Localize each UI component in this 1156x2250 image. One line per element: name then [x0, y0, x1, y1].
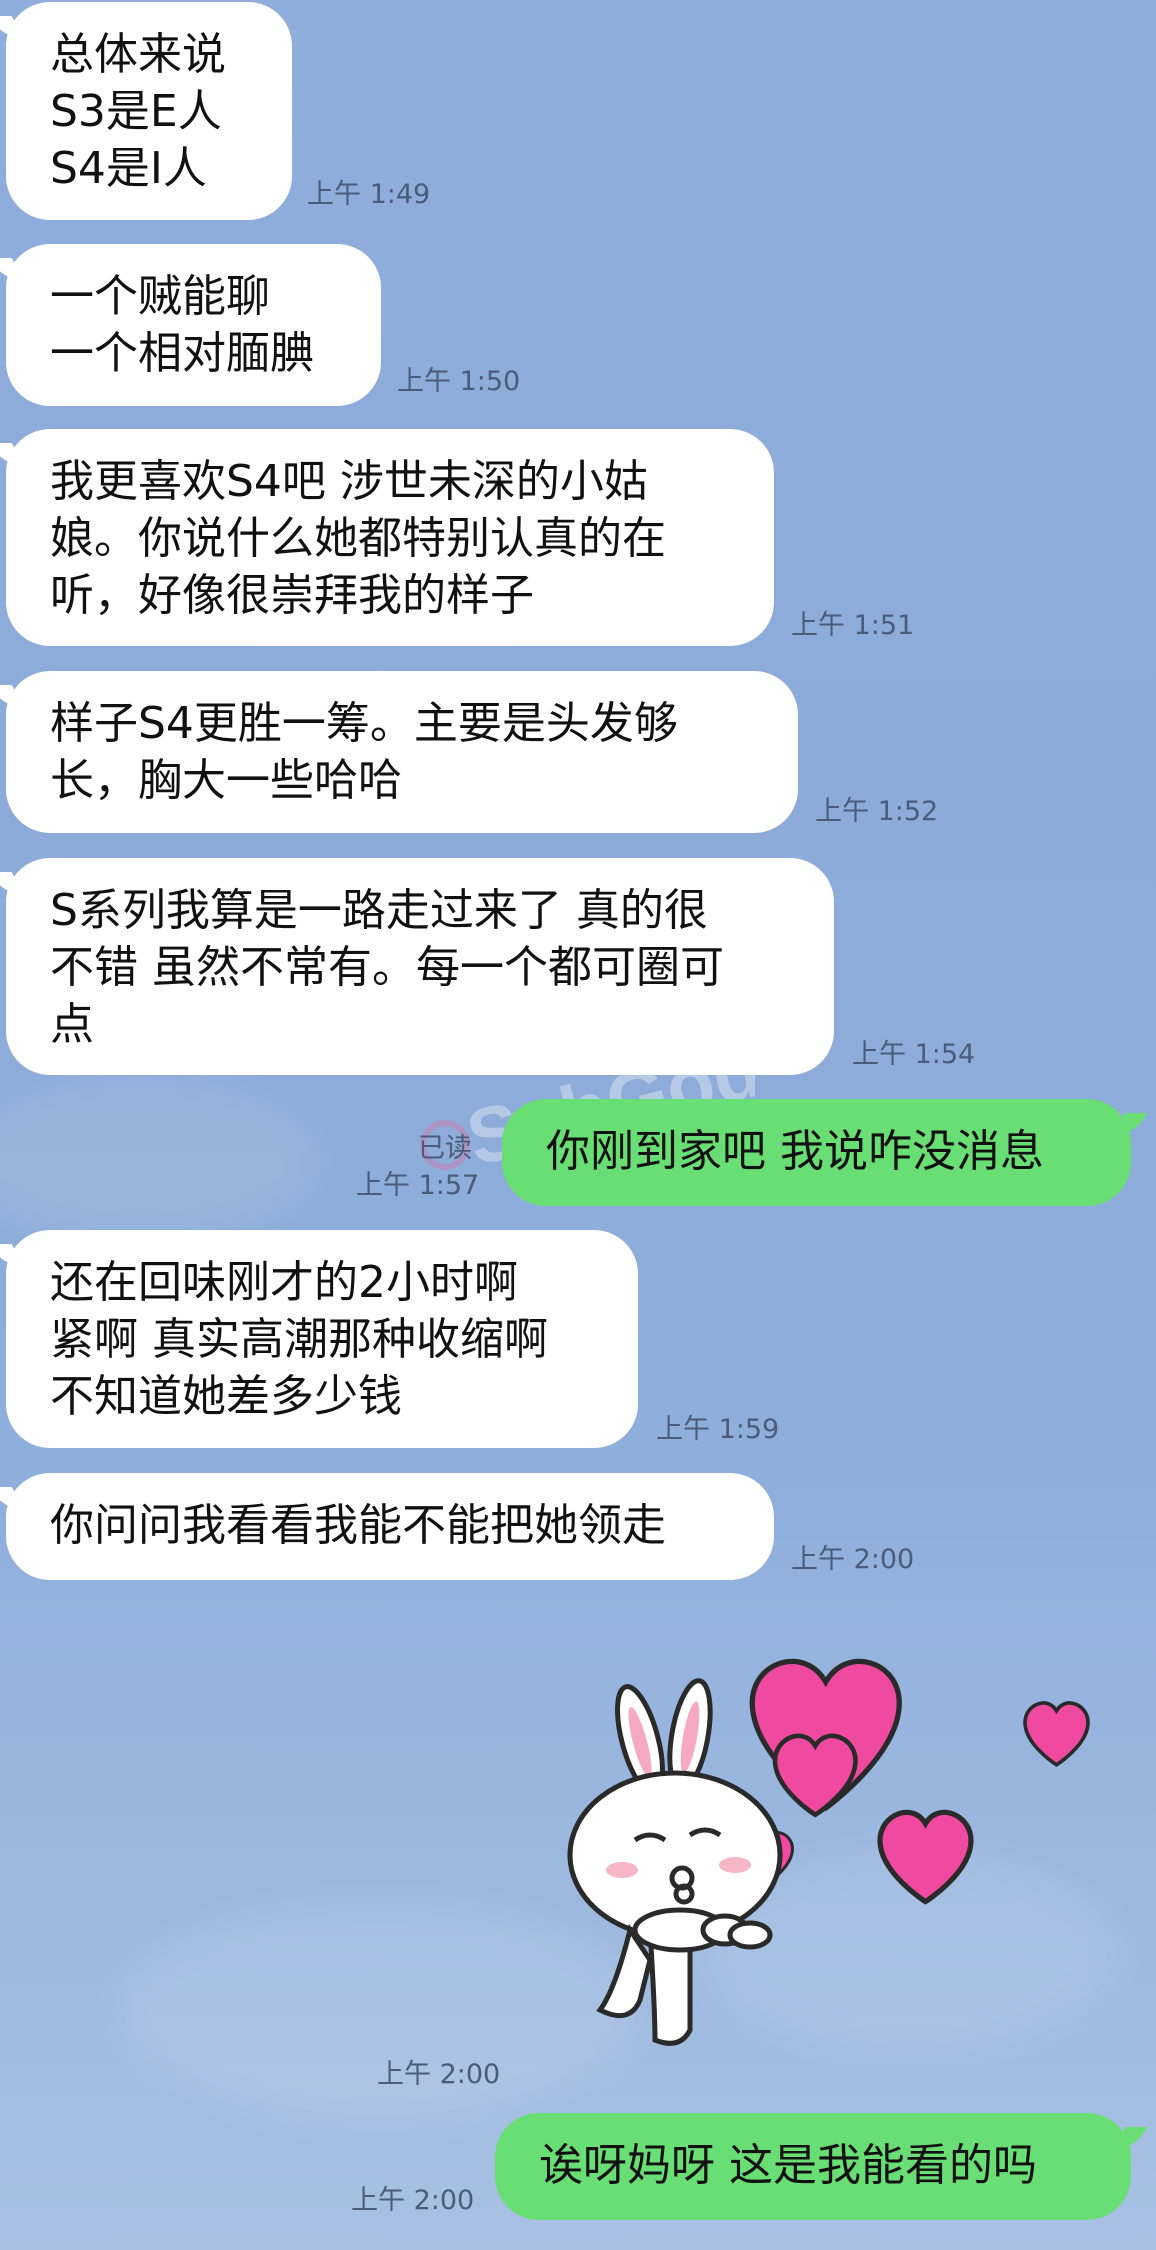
- outgoing-message[interactable]: 你刚到家吧 我说咋没消息: [502, 1099, 1131, 1206]
- background-cloud: [0, 1080, 320, 1240]
- message-timestamp: 上午 1:51: [791, 610, 915, 641]
- message-timestamp: 上午 1:57: [356, 1170, 480, 1201]
- message-timestamp: 上午 1:59: [656, 1414, 780, 1445]
- incoming-message[interactable]: 一个贼能聊 一个相对腼腆: [6, 244, 381, 406]
- heart-icon: [1023, 1701, 1090, 1767]
- message-timestamp: 上午 1:49: [307, 179, 431, 210]
- incoming-message[interactable]: S系列我算是一路走过来了 真的很 不错 虽然不常有。每一个都可圈可 点: [6, 858, 834, 1075]
- message-timestamp: 上午 1:52: [815, 796, 939, 827]
- message-timestamp: 上午 2:00: [791, 1544, 915, 1575]
- incoming-message[interactable]: 总体来说 S3是E人 S4是I人: [6, 2, 292, 220]
- read-receipt: 已读: [418, 1133, 472, 1164]
- heart-icon: [772, 1733, 858, 1818]
- chat-view: 总体来说 S3是E人 S4是I人 上午 1:49 一个贼能聊 一个相对腼腆 上午…: [0, 0, 1156, 2250]
- incoming-message[interactable]: 我更喜欢S4吧 涉世未深的小姑 娘。你说什么她都特别认真的在 听，好像很崇拜我的…: [6, 429, 774, 646]
- bunny-blowing-kiss-hearts-icon[interactable]: [560, 1630, 1100, 2070]
- heart-icon: [877, 1809, 974, 1905]
- incoming-message[interactable]: 还在回味刚才的2小时啊 紧啊 真实高潮那种收缩啊 不知道她差多少钱: [6, 1230, 638, 1448]
- incoming-message[interactable]: 样子S4更胜一筹。主要是头发够 长，胸大一些哈哈: [6, 671, 798, 833]
- message-timestamp: 上午 1:54: [852, 1039, 976, 1070]
- message-timestamp: 上午 2:00: [377, 2059, 501, 2090]
- outgoing-message[interactable]: 诶呀妈呀 这是我能看的吗: [495, 2113, 1131, 2220]
- message-timestamp: 上午 2:00: [351, 2185, 475, 2216]
- message-timestamp: 上午 1:50: [397, 366, 521, 397]
- incoming-message[interactable]: 你问问我看看我能不能把她领走: [6, 1473, 774, 1580]
